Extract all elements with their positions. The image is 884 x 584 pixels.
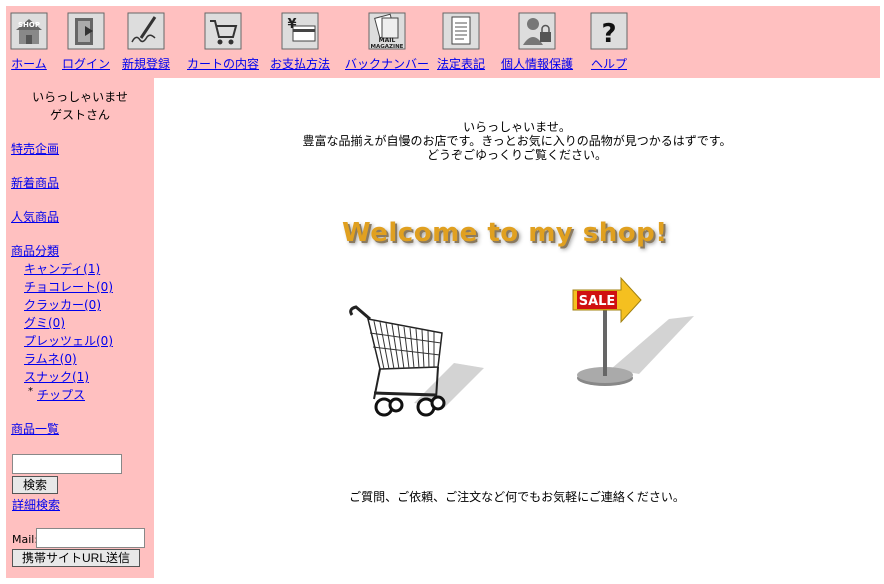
yen-card-icon: ¥	[281, 12, 319, 50]
main-content: いらっしゃいませ。 豊富な品揃えが自慢のお店です。きっとお気に入りの品物が見つか…	[154, 78, 880, 578]
shop-home-icon: SHOP	[10, 12, 48, 50]
nav-register-label: 新規登録	[122, 57, 171, 71]
category-chocolate[interactable]: チョコレート(0)	[24, 278, 113, 295]
nav-register[interactable]: 新規登録	[122, 12, 170, 72]
welcome-line2: 豊富な品揃えが自慢のお店です。きっとお気に入りの品物が見つかるはずです。	[302, 134, 732, 148]
svg-text:SALE: SALE	[579, 294, 616, 309]
subcategory-bullet: *	[28, 386, 33, 397]
subcategory-chips[interactable]: チップス	[37, 386, 85, 403]
sidebar-categories-link[interactable]: 商品分類	[11, 242, 59, 259]
nav-home[interactable]: SHOP ホーム	[10, 12, 48, 72]
sale-sign-illustration: SALE	[572, 276, 694, 386]
contact-message: ご質問、ご依頼、ご注文など何でもお気軽にご連絡ください。	[349, 490, 685, 504]
advanced-search-link[interactable]: 詳細検索	[12, 496, 60, 513]
svg-text:?: ?	[601, 19, 616, 49]
nav-legal[interactable]: 法定表記	[437, 12, 485, 72]
nav-back-number-label: バックナンバー	[345, 57, 430, 71]
cart-icon	[204, 12, 242, 50]
mail-label: Mail:	[12, 533, 39, 546]
nav-privacy[interactable]: 個人情報保護	[501, 12, 573, 72]
nav-help-label: ヘルプ	[590, 57, 627, 71]
welcome-line3: どうぞごゆっくりご覧ください。	[426, 148, 607, 162]
mail-magazine-icon: MAIL MAGAZINE	[368, 12, 406, 50]
category-ramune[interactable]: ラムネ(0)	[24, 350, 77, 367]
greeting-user: ゲストさん	[49, 108, 110, 122]
nav-legal-label: 法定表記	[437, 57, 486, 71]
nav-payment-label: お支払方法	[270, 57, 331, 71]
category-cracker[interactable]: クラッカー(0)	[24, 296, 101, 313]
nav-cart[interactable]: カートの内容	[187, 12, 259, 72]
mail-input[interactable]	[36, 528, 145, 548]
greeting-line1: いらっしゃいませ	[32, 90, 128, 104]
nav-privacy-label: 個人情報保護	[501, 57, 574, 71]
nav-login[interactable]: ログイン	[62, 12, 110, 72]
welcome-message: いらっしゃいませ。 豊富な品揃えが自慢のお店です。きっとお気に入りの品物が見つか…	[154, 120, 880, 162]
svg-text:SHOP: SHOP	[18, 21, 40, 29]
category-candy[interactable]: キャンディ(1)	[24, 260, 100, 277]
svg-text:MAIL: MAIL	[379, 37, 396, 44]
question-icon: ?	[590, 12, 628, 50]
svg-text:¥: ¥	[287, 17, 296, 32]
search-input[interactable]	[12, 454, 122, 474]
category-pretzel[interactable]: プレッツェル(0)	[24, 332, 113, 349]
sidebar: いらっしゃいませ ゲストさん 特売企画 新着商品 人気商品 商品分類 キャンディ…	[6, 78, 154, 578]
door-login-icon	[67, 12, 105, 50]
sidebar-special-link[interactable]: 特売企画	[11, 140, 59, 157]
mobile-url-send-button[interactable]: 携帯サイトURL送信	[12, 549, 140, 567]
nav-payment[interactable]: ¥ お支払方法	[270, 12, 330, 72]
nav-login-label: ログイン	[62, 57, 111, 71]
nav-help[interactable]: ? ヘルプ	[590, 12, 628, 72]
category-snack[interactable]: スナック(1)	[24, 368, 89, 385]
person-lock-icon	[518, 12, 556, 50]
document-icon	[442, 12, 480, 50]
welcome-line1: いらっしゃいませ。	[463, 120, 571, 134]
nav-back-number[interactable]: MAIL MAGAZINE バックナンバー	[345, 12, 429, 72]
sidebar-product-list-link[interactable]: 商品一覧	[11, 420, 59, 437]
greeting: いらっしゃいませ ゲストさん	[6, 88, 154, 124]
category-gummy[interactable]: グミ(0)	[24, 314, 65, 331]
nav-home-label: ホーム	[11, 57, 47, 71]
sidebar-new-items-link[interactable]: 新着商品	[11, 174, 59, 191]
top-navigation-bar: SHOP ホーム ログイン 新規登録 カートの内容 ¥ お支払方法 MAIL M…	[6, 6, 880, 78]
svg-text:MAGAZINE: MAGAZINE	[371, 44, 404, 50]
signature-pen-icon	[127, 12, 165, 50]
search-button[interactable]: 検索	[12, 476, 58, 494]
nav-cart-label: カートの内容	[187, 57, 260, 71]
welcome-banner: Welcome to my shop!	[342, 218, 668, 248]
sidebar-popular-link[interactable]: 人気商品	[11, 208, 59, 225]
shopping-cart-illustration	[349, 305, 484, 417]
